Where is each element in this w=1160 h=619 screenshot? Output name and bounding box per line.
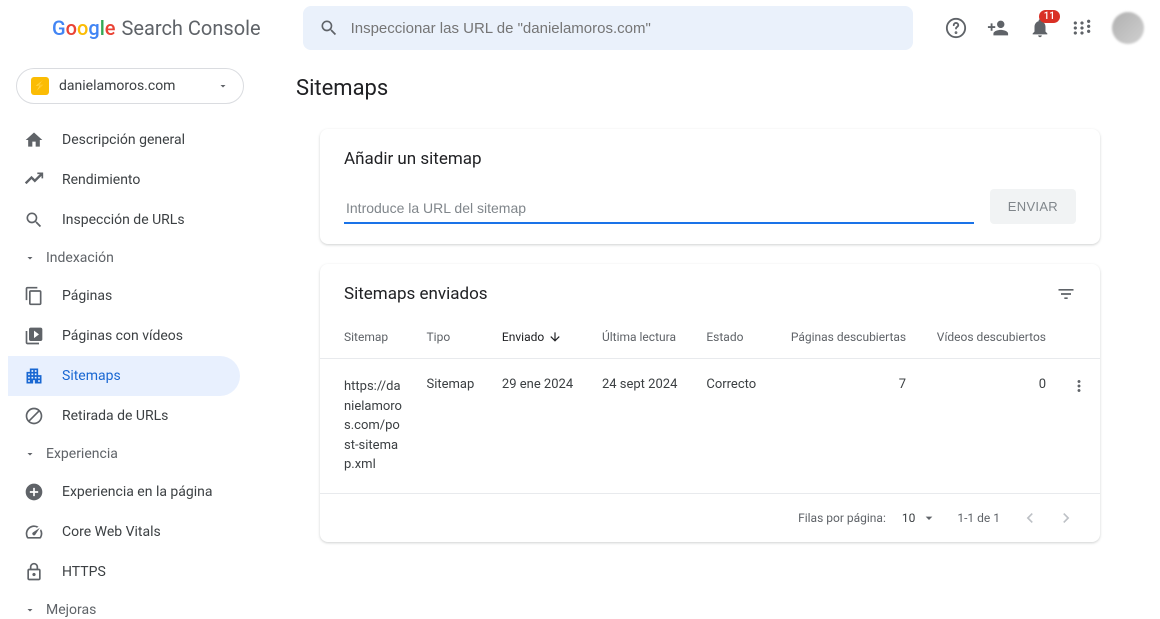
nav-label: HTTPS [62,564,106,580]
cell-sent: 29 ene 2024 [490,359,590,494]
col-type[interactable]: Tipo [415,316,490,359]
nav-label: Descripción general [62,132,185,148]
nav-label: Páginas [62,288,112,304]
nav-label: Inspección de URLs [62,212,185,228]
lock-icon [24,562,44,582]
chevron-down-icon [24,252,36,264]
sitemap-url-input[interactable] [344,194,974,224]
url-inspect-search[interactable] [303,6,913,50]
product-name: Search Console [122,16,261,40]
nav-page-experience[interactable]: Experiencia en la página [8,472,240,512]
nav-label: Retirada de URLs [62,408,168,424]
nav-label: Páginas con vídeos [62,328,183,344]
submit-button[interactable]: ENVIAR [990,189,1076,224]
col-status[interactable]: Estado [694,316,772,359]
header-actions: 11 [944,12,1144,44]
prev-page-icon[interactable] [1020,508,1040,528]
block-icon [24,406,44,426]
page-title: Sitemaps [296,76,1124,101]
nav-performance[interactable]: Rendimiento [8,160,240,200]
nav-url-inspection[interactable]: Inspección de URLs [8,200,240,240]
rows-per-page-value[interactable]: 10 [902,511,916,525]
cell-pages: 7 [772,359,918,494]
sort-down-icon [548,330,562,344]
notification-badge: 11 [1039,10,1060,23]
search-icon [24,210,44,230]
pages-icon [24,286,44,306]
app-header: Google Search Console 11 [0,0,1160,56]
property-favicon: ⚡ [31,77,49,95]
chevron-down-icon[interactable] [921,510,937,526]
nav-sitemaps[interactable]: Sitemaps [8,356,240,396]
col-pages[interactable]: Páginas descubiertas [772,316,918,359]
property-label: danielamoros.com [59,78,207,94]
product-logo[interactable]: Google Search Console [52,16,261,40]
section-indexing[interactable]: Indexación [8,240,252,276]
search-icon [319,18,339,38]
sent-sitemaps-title: Sitemaps enviados [344,284,488,304]
rows-per-page-label: Filas por página: [798,511,886,525]
apps-icon[interactable] [1070,16,1094,40]
col-videos[interactable]: Vídeos descubiertos [918,316,1058,359]
url-inspect-input[interactable] [351,20,897,37]
cell-type: Sitemap [415,359,490,494]
cell-status: Correcto [694,359,772,494]
nav-removals[interactable]: Retirada de URLs [8,396,240,436]
col-last-read[interactable]: Última lectura [590,316,694,359]
home-icon [24,130,44,150]
nav-label: Sitemaps [62,368,121,384]
more-icon[interactable] [1070,377,1088,395]
col-sent[interactable]: Enviado [490,316,590,359]
chevron-down-icon [217,80,229,92]
property-selector[interactable]: ⚡ danielamoros.com [16,68,244,104]
account-avatar[interactable] [1112,12,1144,44]
nav-overview[interactable]: Descripción general [8,120,240,160]
help-icon[interactable] [944,16,968,40]
add-sitemap-title: Añadir un sitemap [344,149,1076,169]
table-row[interactable]: https://danielamoros.com/post-sitemap.xm… [320,359,1100,494]
cell-url: https://danielamoros.com/post-sitemap.xm… [320,359,415,494]
sent-sitemaps-card: Sitemaps enviados Sitemap Tipo Enviado [320,264,1100,542]
nav-label: Rendimiento [62,172,140,188]
chevron-down-icon [24,448,36,460]
sitemap-icon [24,366,44,386]
chevron-down-icon [24,604,36,616]
notifications-icon[interactable]: 11 [1028,16,1052,40]
sidebar: ⚡ danielamoros.com Descripción general R… [0,56,260,619]
filter-icon[interactable] [1056,284,1076,304]
next-page-icon[interactable] [1056,508,1076,528]
menu-icon[interactable] [16,16,40,40]
video-icon [24,326,44,346]
pagination-range: 1-1 de 1 [957,511,1000,525]
users-icon[interactable] [986,16,1010,40]
col-sitemap[interactable]: Sitemap [320,316,415,359]
section-label: Indexación [46,250,114,266]
cell-videos: 0 [918,359,1058,494]
plus-circle-icon [24,482,44,502]
main-content: Sitemaps Añadir un sitemap ENVIAR Sitema… [260,56,1160,619]
add-sitemap-card: Añadir un sitemap ENVIAR [320,129,1100,244]
nav-video-pages[interactable]: Páginas con vídeos [8,316,240,356]
nav-label: Core Web Vitals [62,524,161,540]
section-label: Mejoras [46,602,96,618]
nav-https[interactable]: HTTPS [8,552,240,592]
nav-label: Experiencia en la página [62,484,213,500]
nav-pages[interactable]: Páginas [8,276,240,316]
nav-core-web-vitals[interactable]: Core Web Vitals [8,512,240,552]
chart-icon [24,170,44,190]
table-footer: Filas por página: 10 1-1 de 1 [320,494,1100,542]
section-enhancements[interactable]: Mejoras [8,592,252,619]
sitemaps-table: Sitemap Tipo Enviado Última lectura Esta… [320,316,1100,494]
section-label: Experiencia [46,446,118,462]
speed-icon [24,522,44,542]
cell-last-read: 24 sept 2024 [590,359,694,494]
section-experience[interactable]: Experiencia [8,436,252,472]
